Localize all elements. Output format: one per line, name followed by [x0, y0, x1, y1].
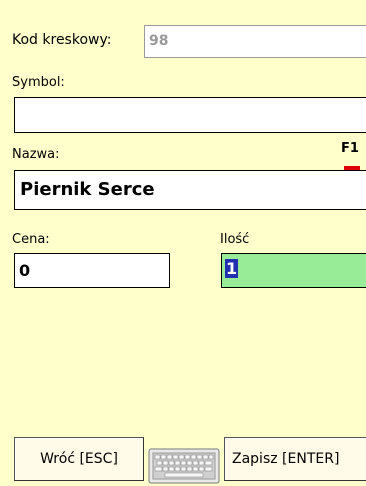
price-label: Cena:	[12, 232, 50, 247]
quantity-value: 1	[225, 259, 239, 278]
f1-hotkey-badge[interactable]: F1	[338, 141, 364, 171]
quantity-label: Ilość	[220, 232, 250, 247]
barcode-value: 98	[149, 33, 169, 49]
barcode-label: Kod kreskowy:	[12, 32, 112, 48]
keyboard-icon[interactable]	[148, 448, 220, 484]
price-value: 0	[19, 261, 31, 280]
back-button[interactable]: Wróć [ESC]	[14, 437, 144, 481]
barcode-field[interactable]: 98	[144, 25, 366, 58]
price-field[interactable]: 0	[14, 253, 170, 288]
name-field[interactable]: Piernik Serce	[14, 170, 366, 210]
name-value: Piernik Serce	[20, 179, 155, 200]
symbol-label: Symbol:	[12, 75, 65, 90]
quantity-field[interactable]: 1	[221, 253, 366, 288]
name-label: Nazwa:	[12, 147, 60, 162]
form-screen: Kod kreskowy: 98 Symbol: Nazwa: F1 Piern…	[0, 0, 366, 486]
save-button[interactable]: Zapisz [ENTER]	[224, 437, 366, 481]
f1-hotkey-label: F1	[341, 141, 359, 156]
symbol-field[interactable]	[14, 97, 366, 133]
